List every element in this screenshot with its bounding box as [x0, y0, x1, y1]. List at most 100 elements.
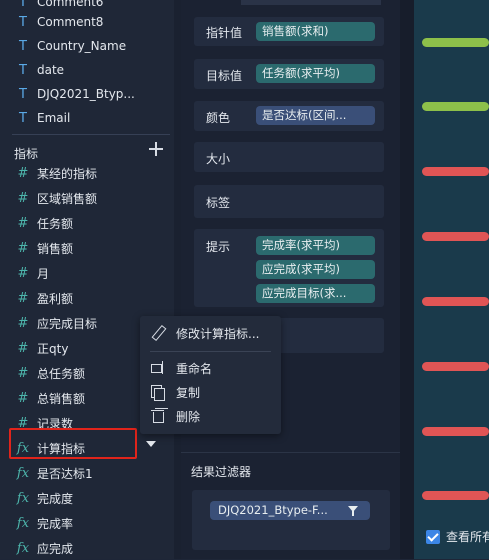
- color-chip[interactable]: 是否达标(区间...: [256, 106, 375, 125]
- field-label: 任务额: [37, 216, 74, 231]
- field-label: 正qty: [37, 341, 69, 356]
- text-type-icon: T: [19, 14, 27, 30]
- field-label: date: [37, 63, 65, 77]
- field-label: 总销售额: [37, 391, 86, 406]
- result-filter-slot[interactable]: [192, 490, 390, 550]
- fx-formula-icon: fx: [16, 540, 30, 556]
- field-label: DJQ2021_Btyp...: [37, 87, 135, 101]
- copy-icon: [150, 384, 166, 401]
- hash-number-icon: #: [17, 315, 29, 331]
- size-slot[interactable]: 大小: [194, 142, 384, 172]
- menu-item-edit-calc-metric[interactable]: 修改计算指标...: [140, 322, 281, 344]
- fx-formula-icon: fx: [16, 465, 30, 481]
- dimension-item-country-name[interactable]: T Country_Name: [0, 34, 170, 58]
- field-label: 是否达标1: [37, 466, 93, 481]
- bullet-bar[interactable]: [422, 491, 489, 500]
- target-value-chip[interactable]: 任务额(求平均): [256, 64, 375, 83]
- field-label: 完成率: [37, 516, 74, 531]
- slot-label: 标签: [206, 196, 231, 210]
- field-label: Comment8: [37, 15, 104, 29]
- menu-item-copy[interactable]: 复制: [140, 381, 281, 403]
- result-filter-chip[interactable]: DJQ2021_Btype-F...: [210, 501, 370, 520]
- metric-item[interactable]: fx 完成度: [0, 486, 170, 510]
- field-label: Email: [37, 111, 71, 125]
- dimension-item-djq2021-btype[interactable]: T DJQ2021_Btyp...: [0, 82, 170, 106]
- field-label: 区域销售额: [37, 191, 98, 206]
- hash-number-icon: #: [17, 340, 29, 356]
- hash-number-icon: #: [17, 365, 29, 381]
- metric-item[interactable]: # 区域销售额: [0, 186, 170, 210]
- dimension-item-email[interactable]: T Email: [0, 106, 170, 130]
- bullet-bar[interactable]: [422, 427, 489, 436]
- bullet-bar[interactable]: [422, 232, 489, 241]
- target-value-slot[interactable]: 目标值 任务额(求平均): [194, 59, 384, 89]
- tooltip-chip[interactable]: 完成率(求平均): [256, 236, 375, 255]
- add-metric-button[interactable]: [148, 141, 164, 157]
- context-menu: 修改计算指标... 重命名 复制 删除: [140, 316, 281, 434]
- field-label: 某经的指标: [37, 166, 98, 181]
- delete-icon: [150, 408, 166, 424]
- text-type-icon: T: [19, 86, 27, 102]
- toolbar-strip: [241, 0, 381, 5]
- field-label: Country_Name: [37, 39, 127, 53]
- field-label: Comment6: [37, 0, 104, 9]
- field-label: 月: [37, 266, 50, 281]
- tooltip-slot[interactable]: 提示 完成率(求平均) 应完成(求平均) 应完成目标(求...: [194, 229, 384, 307]
- color-slot[interactable]: 颜色 是否达标(区间...: [194, 101, 384, 131]
- dimension-item-comment8[interactable]: T Comment8: [0, 10, 170, 34]
- field-label: 完成度: [37, 491, 74, 506]
- show-all-toggle[interactable]: 查看所有: [426, 528, 489, 545]
- fx-formula-icon: fx: [16, 515, 30, 531]
- slot-label: 提示: [206, 240, 231, 254]
- chart-area: [414, 0, 489, 559]
- panel-divider: [400, 0, 414, 559]
- metric-item[interactable]: # 某经的指标: [0, 161, 170, 185]
- menu-item-label: 重命名: [176, 361, 213, 376]
- field-panel-scrollbar[interactable]: [174, 0, 181, 559]
- hash-number-icon: #: [17, 290, 29, 306]
- tooltip-chip[interactable]: 应完成(求平均): [256, 260, 375, 279]
- slot-label: 大小: [206, 152, 231, 166]
- slot-label: 颜色: [206, 111, 231, 125]
- hash-number-icon: #: [17, 265, 29, 281]
- field-label: 应完成目标: [37, 316, 98, 331]
- hash-number-icon: #: [17, 215, 29, 231]
- menu-item-label: 修改计算指标...: [176, 326, 260, 341]
- text-type-icon: T: [19, 0, 27, 10]
- bullet-bar[interactable]: [422, 297, 489, 306]
- show-all-label: 查看所有: [446, 530, 489, 544]
- menu-item-label: 复制: [176, 385, 201, 400]
- pointer-value-slot[interactable]: 指针值 销售额(求和): [194, 17, 384, 46]
- metric-item[interactable]: # 盈利额: [0, 286, 170, 310]
- bullet-bar[interactable]: [422, 38, 489, 47]
- label-slot[interactable]: 标签: [194, 185, 384, 218]
- fx-formula-icon: fx: [16, 490, 30, 506]
- menu-item-rename[interactable]: 重命名: [140, 357, 281, 379]
- rename-icon: [150, 360, 166, 376]
- field-label: 总任务额: [37, 366, 86, 381]
- section-divider: [12, 134, 170, 135]
- selected-field-highlight: [9, 428, 137, 459]
- hash-number-icon: #: [17, 390, 29, 406]
- show-all-checkbox[interactable]: [426, 529, 440, 544]
- filter-icon[interactable]: [348, 506, 358, 516]
- metric-item[interactable]: # 月: [0, 261, 170, 285]
- dimension-item-date[interactable]: T date: [0, 58, 170, 82]
- bullet-bar[interactable]: [422, 102, 489, 111]
- bullet-bar[interactable]: [422, 167, 489, 176]
- menu-divider: [150, 351, 271, 352]
- hash-number-icon: #: [17, 240, 29, 256]
- metric-item[interactable]: # 任务额: [0, 211, 170, 235]
- metric-item[interactable]: fx 完成率: [0, 511, 170, 535]
- metric-item[interactable]: fx 应完成: [0, 536, 170, 560]
- edit-icon: [150, 325, 166, 341]
- menu-item-delete[interactable]: 删除: [140, 405, 281, 427]
- pointer-value-chip[interactable]: 销售额(求和): [256, 22, 375, 41]
- chevron-down-icon[interactable]: [146, 441, 156, 447]
- metric-item[interactable]: fx 是否达标1: [0, 461, 170, 485]
- text-type-icon: T: [19, 110, 27, 126]
- tooltip-chip[interactable]: 应完成目标(求...: [256, 284, 375, 303]
- bullet-bar[interactable]: [422, 362, 489, 371]
- metric-item[interactable]: # 销售额: [0, 236, 170, 260]
- section-divider: [181, 452, 400, 453]
